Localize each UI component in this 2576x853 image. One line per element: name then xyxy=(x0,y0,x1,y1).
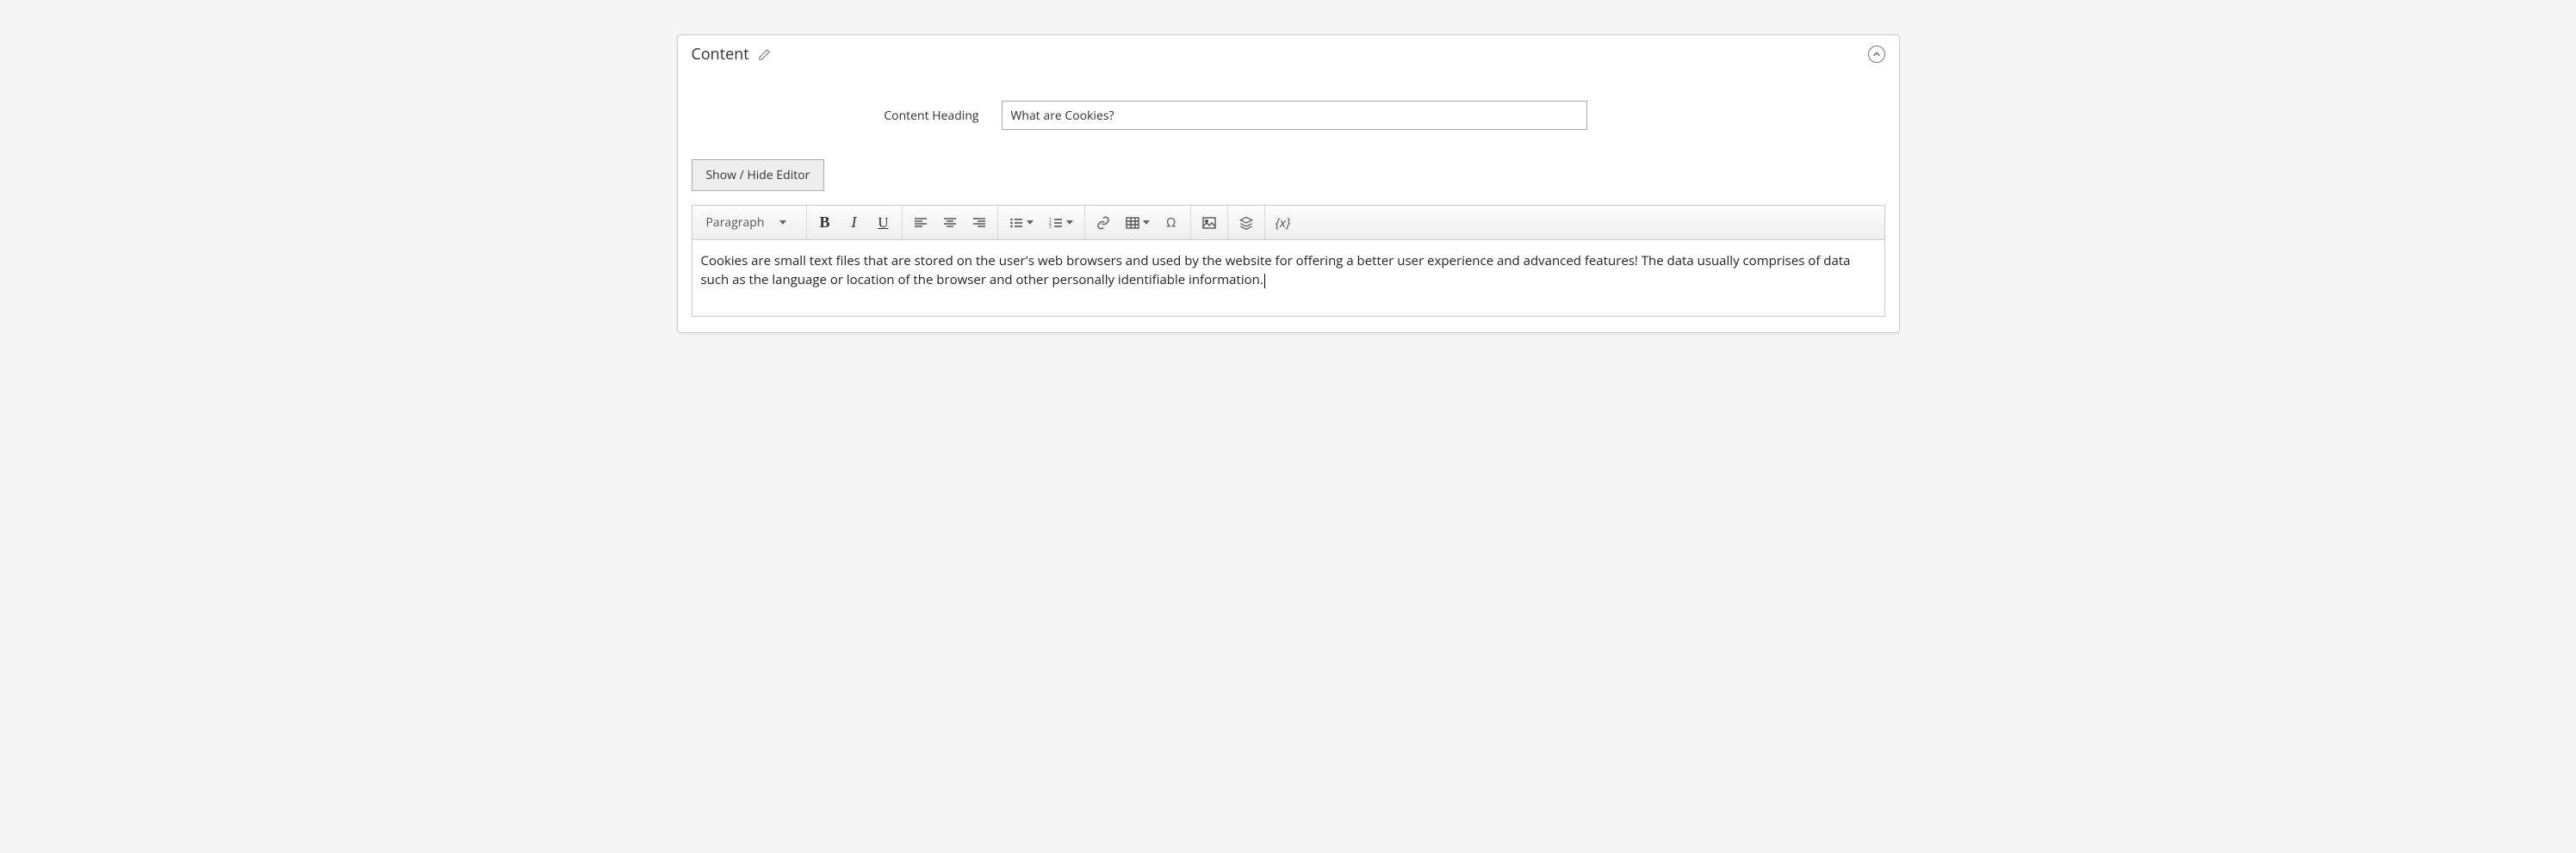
svg-text:Ω: Ω xyxy=(1166,215,1176,230)
table-button[interactable] xyxy=(1118,210,1158,236)
panel-header: Content xyxy=(678,35,1899,70)
content-heading-row: Content Heading xyxy=(692,101,1885,130)
panel-title-wrap: Content xyxy=(692,44,771,65)
omega-icon: Ω xyxy=(1164,215,1179,230)
caret-down-icon xyxy=(1027,220,1034,225)
toolbar-group-widget xyxy=(1228,206,1265,239)
bullet-list-icon xyxy=(1009,216,1023,230)
table-icon xyxy=(1126,216,1139,230)
toolbar-group-format: Paragraph xyxy=(696,206,807,239)
align-right-icon xyxy=(972,216,986,230)
widget-button[interactable] xyxy=(1232,210,1261,236)
rich-text-editor: Paragraph B I U xyxy=(692,205,1885,317)
numbered-list-icon: 1 2 3 xyxy=(1049,216,1063,230)
align-right-button[interactable] xyxy=(965,210,994,236)
bold-button[interactable]: B xyxy=(810,210,840,236)
italic-icon: I xyxy=(852,213,857,232)
align-left-icon xyxy=(914,216,928,230)
link-icon xyxy=(1096,216,1110,230)
toolbar-group-style: B I U xyxy=(807,206,903,239)
image-button[interactable] xyxy=(1195,210,1224,236)
collapse-toggle[interactable] xyxy=(1868,46,1885,63)
align-center-icon xyxy=(943,216,957,230)
layers-icon xyxy=(1239,216,1253,230)
content-heading-label: Content Heading xyxy=(692,108,1002,124)
numbered-list-button[interactable]: 1 2 3 xyxy=(1041,210,1081,236)
content-panel: Content Content Heading Show / Hide Edit… xyxy=(677,34,1900,333)
toggle-editor-button[interactable]: Show / Hide Editor xyxy=(692,159,825,191)
toolbar-group-image xyxy=(1191,206,1228,239)
link-button[interactable] xyxy=(1089,210,1118,236)
format-select[interactable]: Paragraph xyxy=(699,211,803,234)
image-icon xyxy=(1202,216,1216,230)
panel-body: Content Heading Show / Hide Editor Parag… xyxy=(678,70,1899,332)
special-char-button[interactable]: Ω xyxy=(1158,210,1187,236)
format-select-label: Paragraph xyxy=(706,214,765,231)
caret-down-icon xyxy=(1066,220,1073,225)
svg-text:3: 3 xyxy=(1049,225,1052,230)
toolbar-group-lists: 1 2 3 xyxy=(998,206,1085,239)
underline-icon: U xyxy=(878,214,888,232)
toolbar-group-align xyxy=(903,206,998,239)
text-cursor xyxy=(1264,274,1265,288)
italic-button[interactable]: I xyxy=(840,210,869,236)
variable-icon: {x} xyxy=(1276,214,1291,232)
toolbar-group-insert: Ω xyxy=(1085,206,1191,239)
variable-button[interactable]: {x} xyxy=(1269,210,1298,236)
bold-icon: B xyxy=(819,213,829,232)
editor-body-text: Cookies are small text files that are st… xyxy=(701,252,1851,288)
editor-content-area[interactable]: Cookies are small text files that are st… xyxy=(692,240,1884,316)
panel-title: Content xyxy=(692,44,749,65)
caret-down-icon xyxy=(779,220,786,225)
align-center-button[interactable] xyxy=(935,210,965,236)
caret-down-icon xyxy=(1143,220,1150,225)
underline-button[interactable]: U xyxy=(869,210,898,236)
toolbar-group-variable: {x} xyxy=(1265,206,1301,239)
bullet-list-button[interactable] xyxy=(1002,210,1041,236)
editor-toolbar: Paragraph B I U xyxy=(692,206,1884,240)
content-heading-input[interactable] xyxy=(1002,101,1587,130)
align-left-button[interactable] xyxy=(906,210,935,236)
pencil-icon[interactable] xyxy=(758,48,771,61)
